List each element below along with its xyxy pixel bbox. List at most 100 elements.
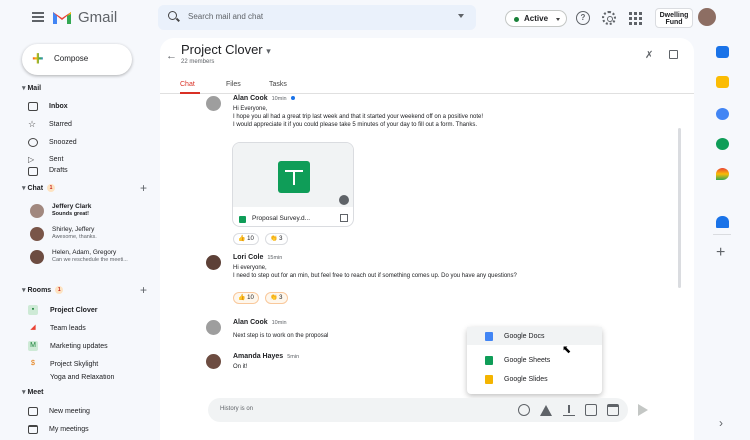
chevron-down-icon: ▾ bbox=[266, 46, 271, 56]
sidebar-item-drafts[interactable]: Drafts bbox=[28, 167, 156, 177]
message-body: Hi Everyone, I hope you all had a great … bbox=[233, 106, 484, 128]
room-title[interactable]: Project Clover ▾ bbox=[181, 42, 271, 57]
sidebar-item-snoozed[interactable]: Snoozed bbox=[28, 134, 156, 150]
compose-button[interactable]: + Compose bbox=[22, 44, 132, 75]
keep-app-icon[interactable] bbox=[716, 76, 729, 88]
reaction-clap[interactable]: 👏 3 bbox=[265, 292, 288, 304]
search-options-icon[interactable] bbox=[458, 14, 464, 18]
back-arrow-icon[interactable]: ← bbox=[166, 50, 177, 62]
room-icon bbox=[28, 374, 38, 382]
maps-app-icon[interactable] bbox=[716, 168, 729, 180]
sidebar-item-inbox[interactable]: Inbox bbox=[28, 98, 156, 114]
rooms-section-header[interactable]: Rooms1 bbox=[22, 286, 64, 295]
send-icon[interactable] bbox=[638, 404, 648, 416]
mail-section-header[interactable]: Mail bbox=[22, 84, 41, 92]
send-icon: ▷ bbox=[28, 154, 35, 164]
draft-icon bbox=[28, 167, 38, 176]
tab-tasks[interactable]: Tasks bbox=[269, 81, 287, 88]
chevron-right-icon[interactable]: › bbox=[719, 416, 723, 430]
reaction-clap[interactable]: 👏 3 bbox=[265, 233, 288, 245]
scrollbar[interactable] bbox=[678, 128, 681, 288]
chat-item-jeffery-clark[interactable]: Jeffery Clark Sounds great! bbox=[30, 202, 158, 224]
search-icon[interactable] bbox=[168, 11, 177, 20]
attach-menu: Google Docs Google Sheets Google Slides bbox=[467, 327, 602, 394]
menu-item-google-slides[interactable]: Google Slides bbox=[467, 370, 602, 388]
message-body: Hi everyone, I need to step out for an m… bbox=[233, 265, 517, 279]
plus-icon: + bbox=[32, 48, 44, 70]
menu-item-google-sheets[interactable]: Google Sheets bbox=[467, 351, 602, 369]
account-avatar[interactable] bbox=[698, 8, 716, 26]
top-bar: Gmail Search mail and chat Active ? Dwel… bbox=[0, 0, 750, 38]
clock-icon bbox=[28, 137, 38, 147]
sidebar: + Compose Mail Inbox ☆Starred Snoozed ▷S… bbox=[0, 38, 160, 440]
organization-logo: Dwelling Fund bbox=[655, 8, 693, 28]
google-drive-icon[interactable] bbox=[540, 405, 552, 416]
search-bar[interactable]: Search mail and chat bbox=[158, 5, 476, 30]
help-icon[interactable]: ? bbox=[576, 11, 590, 25]
calendar-app-icon[interactable] bbox=[716, 46, 729, 58]
google-slides-icon bbox=[485, 374, 493, 384]
status-label: Active bbox=[524, 14, 549, 23]
attachment-filename: Proposal Survey.d... bbox=[252, 215, 311, 222]
file-attachment-card[interactable]: Proposal Survey.d... bbox=[232, 142, 354, 227]
chevron-down-icon bbox=[556, 18, 560, 21]
main-menu-icon[interactable] bbox=[32, 12, 44, 22]
google-sheets-icon bbox=[278, 161, 310, 193]
search-input[interactable]: Search mail and chat bbox=[188, 12, 263, 21]
room-item-team-leads[interactable]: ◢ Team leads bbox=[28, 321, 156, 335]
gmail-logo-icon[interactable] bbox=[52, 9, 72, 25]
sheets-file-icon bbox=[239, 216, 246, 223]
sidebar-item-starred[interactable]: ☆ Starred bbox=[28, 116, 156, 132]
star-icon: ☆ bbox=[28, 118, 37, 129]
online-indicator-icon bbox=[290, 96, 295, 101]
sidebar-item-my-meetings[interactable]: My meetings bbox=[28, 421, 156, 437]
avatar bbox=[206, 354, 221, 369]
add-doc-icon[interactable] bbox=[585, 404, 597, 416]
sidebar-item-new-meeting[interactable]: New meeting bbox=[28, 403, 156, 419]
add-app-plus-icon[interactable]: + bbox=[716, 244, 725, 262]
chat-section-header[interactable]: Chat1 bbox=[22, 184, 56, 193]
rooms-unread-badge: 1 bbox=[55, 286, 64, 295]
calendar-invite-icon[interactable] bbox=[607, 404, 619, 416]
chat-item-helen-adam-gregory[interactable]: Helen, Adam, Gregory Can we reschedule t… bbox=[30, 248, 158, 270]
contacts-app-icon[interactable] bbox=[716, 216, 729, 228]
tab-chat[interactable]: Chat bbox=[180, 81, 195, 88]
open-file-icon[interactable] bbox=[340, 214, 348, 222]
rail-divider bbox=[713, 234, 731, 235]
room-item-project-clover[interactable]: ▪ Project Clover bbox=[28, 303, 156, 317]
chat-item-shirley-jeffery[interactable]: Shirley, Jeffery Awesome, thanks. bbox=[30, 225, 158, 247]
status-selector[interactable]: Active bbox=[505, 10, 567, 27]
avatar bbox=[30, 250, 44, 264]
open-in-new-window-icon[interactable] bbox=[669, 50, 678, 59]
tab-files[interactable]: Files bbox=[226, 81, 241, 88]
chat-unread-badge: 1 bbox=[47, 184, 56, 193]
avatar bbox=[206, 96, 221, 111]
active-dot-icon bbox=[514, 17, 519, 22]
gear-icon[interactable] bbox=[602, 11, 616, 25]
calendar-icon bbox=[28, 424, 38, 434]
room-tabs: Chat Files Tasks bbox=[160, 78, 694, 94]
reaction-thumbs-up[interactable]: 👍 10 bbox=[233, 233, 259, 245]
inbox-icon bbox=[28, 101, 38, 111]
pin-icon[interactable]: ✗ bbox=[645, 50, 653, 61]
menu-item-google-docs[interactable]: Google Docs bbox=[467, 327, 602, 345]
upload-icon[interactable] bbox=[563, 404, 575, 416]
app-name: Gmail bbox=[78, 9, 118, 26]
compose-label: Compose bbox=[54, 54, 89, 63]
sidebar-item-sent[interactable]: ▷ Sent bbox=[28, 151, 156, 167]
room-item-project-skylight[interactable]: $ Project Skylight bbox=[28, 357, 156, 371]
chat-room-panel: ← Project Clover ▾ 22 members ✗ Chat Fil… bbox=[160, 38, 694, 440]
download-icon[interactable] bbox=[339, 195, 349, 205]
emoji-icon[interactable] bbox=[518, 404, 530, 416]
message-body: On it! bbox=[233, 364, 248, 370]
room-item-marketing-updates[interactable]: M Marketing updates bbox=[28, 339, 156, 353]
add-chat-plus-icon[interactable]: + bbox=[140, 181, 147, 195]
reaction-thumbs-up[interactable]: 👍 10 bbox=[233, 292, 259, 304]
meet-app-icon[interactable] bbox=[716, 138, 729, 150]
avatar bbox=[206, 255, 221, 270]
add-room-plus-icon[interactable]: + bbox=[140, 283, 147, 297]
tasks-app-icon[interactable] bbox=[716, 108, 729, 120]
room-item-yoga[interactable]: Yoga and Relaxation bbox=[28, 374, 156, 382]
meet-section-header[interactable]: Meet bbox=[22, 388, 43, 396]
apps-grid-icon[interactable] bbox=[628, 11, 642, 25]
